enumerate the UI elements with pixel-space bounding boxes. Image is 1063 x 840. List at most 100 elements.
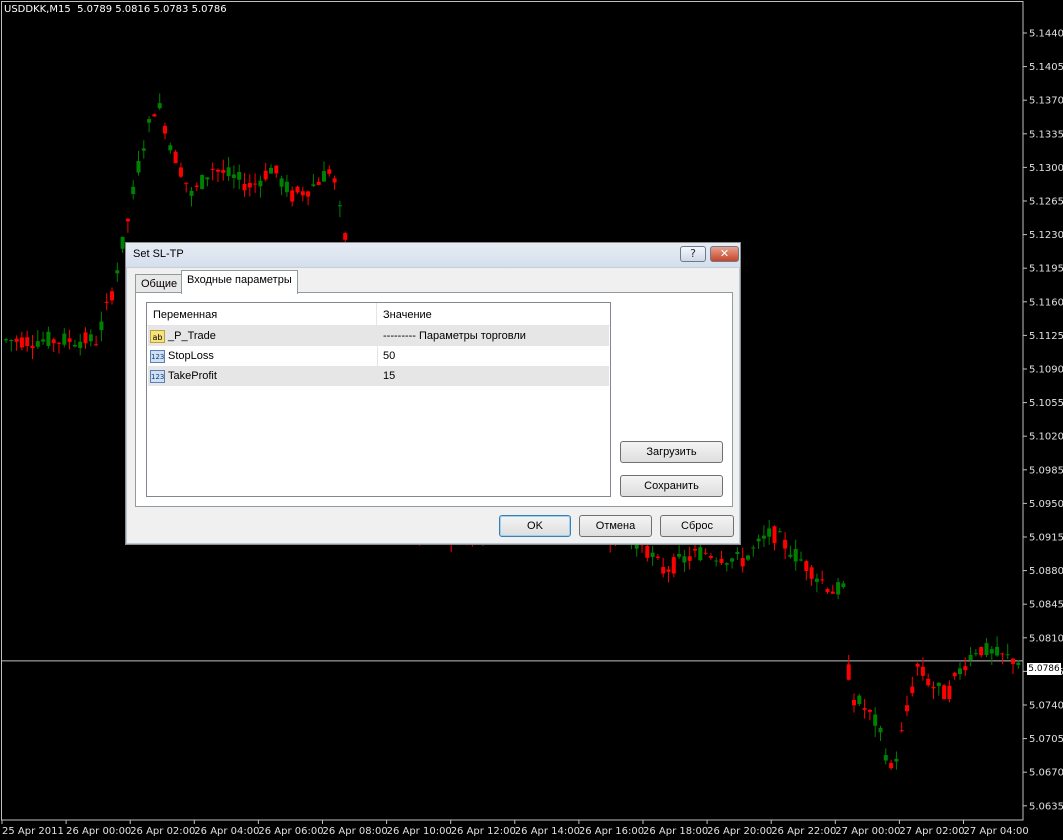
variable-cell[interactable]: ab _P_Trade: [150, 326, 378, 346]
candle-body: [258, 180, 263, 187]
candle-body: [989, 649, 994, 654]
candle-body: [958, 668, 962, 675]
ok-button[interactable]: OK: [499, 515, 571, 537]
tab-general[interactable]: Общие: [135, 274, 184, 293]
candle-body: [788, 554, 793, 557]
time-tick-label: 26 Apr 02:00: [130, 826, 195, 837]
integer-type-icon: 123: [150, 349, 165, 363]
candle-body: [682, 556, 687, 563]
candle-body: [147, 119, 152, 123]
time-tick-label: 26 Apr 20:00: [707, 826, 772, 837]
variable-cell[interactable]: 123 TakeProfit: [150, 366, 378, 386]
candle-body: [777, 531, 782, 533]
table-row[interactable]: ab _P_Trade --------- Параметры торговли: [148, 326, 609, 346]
candle-body: [78, 341, 83, 349]
candle-body: [677, 554, 682, 557]
time-tick-label: 26 Apr 08:00: [323, 826, 388, 837]
price-tick-label: 5.1195: [1029, 264, 1063, 275]
value-cell[interactable]: 50: [377, 346, 395, 366]
candle-body: [799, 559, 803, 561]
candle-body: [905, 705, 909, 712]
candle-body: [30, 345, 35, 348]
candle-body: [210, 168, 215, 170]
candle-body: [62, 333, 67, 345]
candle-body: [141, 148, 146, 151]
table-row[interactable]: 123 TakeProfit 15: [148, 366, 609, 386]
candle-body: [862, 708, 867, 710]
candle-body: [942, 685, 947, 700]
candle-body: [83, 332, 88, 344]
string-type-icon: ab: [150, 329, 165, 343]
price-tick-label: 5.1265: [1029, 197, 1063, 208]
reset-button[interactable]: Сброс: [660, 515, 734, 537]
candle-body: [661, 567, 666, 574]
dialog-title-bar[interactable]: Set SL-TP ? ✕: [126, 243, 740, 268]
price-tick-label: 5.0950: [1029, 499, 1063, 510]
candle-body: [9, 340, 14, 342]
close-button[interactable]: ✕: [710, 246, 739, 262]
candle-body: [714, 560, 719, 562]
candle-body: [846, 664, 851, 680]
candle-body: [963, 666, 968, 671]
candle-body: [94, 344, 99, 346]
candle-body: [1016, 662, 1021, 665]
candle-body: [168, 145, 173, 151]
candle-body: [708, 555, 713, 558]
load-button[interactable]: Загрузить: [620, 441, 723, 463]
price-tick-label: 5.0705: [1029, 734, 1063, 745]
candle-body: [740, 558, 745, 567]
candle-body: [41, 339, 46, 342]
candle-body: [316, 181, 321, 185]
column-header-variable[interactable]: Переменная: [147, 303, 377, 325]
candle-body: [671, 557, 676, 574]
candle-body: [650, 552, 655, 557]
price-tick-label: 5.1055: [1029, 398, 1063, 409]
candle-body: [687, 556, 692, 561]
candle-body: [19, 337, 24, 348]
candle-body: [35, 341, 40, 347]
price-tick-label: 5.1440: [1029, 29, 1063, 40]
candle-body: [894, 758, 899, 762]
save-button[interactable]: Сохранить: [620, 475, 723, 497]
candle-body: [756, 538, 761, 542]
help-button[interactable]: ?: [680, 246, 706, 262]
time-tick-label: 26 Apr 22:00: [771, 826, 836, 837]
candle-body: [263, 170, 268, 180]
candle-body: [783, 539, 788, 549]
candle-body: [120, 236, 125, 249]
candle-body: [99, 321, 104, 331]
variable-cell[interactable]: 123 StopLoss: [150, 346, 378, 366]
candle-body: [973, 653, 978, 655]
candle-body: [173, 151, 178, 164]
candle-body: [184, 182, 189, 184]
column-header-value[interactable]: Значение: [377, 303, 610, 325]
price-tick-label: 5.0880: [1029, 566, 1063, 577]
time-tick-label: 26 Apr 00:00: [66, 826, 131, 837]
variable-name: TakeProfit: [168, 370, 217, 382]
time-tick-label: 27 Apr 04:00: [964, 826, 1029, 837]
candle-body: [14, 338, 19, 342]
cancel-button[interactable]: Отмена: [579, 515, 652, 537]
candle-body: [995, 646, 1000, 656]
candle-body: [751, 547, 756, 549]
candle-body: [67, 338, 72, 342]
candle-body: [205, 177, 210, 180]
candle-body: [915, 663, 920, 667]
candle-body: [761, 535, 766, 539]
candle-body: [290, 190, 295, 202]
candle-body: [1011, 658, 1015, 664]
variable-name: _P_Trade: [168, 330, 216, 342]
candle-body: [952, 672, 957, 677]
candle-body: [867, 709, 872, 712]
table-row[interactable]: 123 StopLoss 50: [148, 346, 609, 366]
candle-body: [343, 233, 348, 240]
candle-body: [104, 301, 109, 303]
candle-body: [247, 182, 252, 188]
candle-body: [693, 548, 697, 551]
symbol-info: USDDKK,M15 5.0789 5.0816 5.0783 5.0786: [4, 4, 227, 15]
value-cell[interactable]: 15: [377, 366, 395, 386]
candle-body: [125, 218, 130, 222]
candle-body: [110, 291, 114, 301]
value-cell[interactable]: --------- Параметры торговли: [377, 326, 526, 346]
tab-input-parameters[interactable]: Входные параметры: [181, 270, 298, 294]
